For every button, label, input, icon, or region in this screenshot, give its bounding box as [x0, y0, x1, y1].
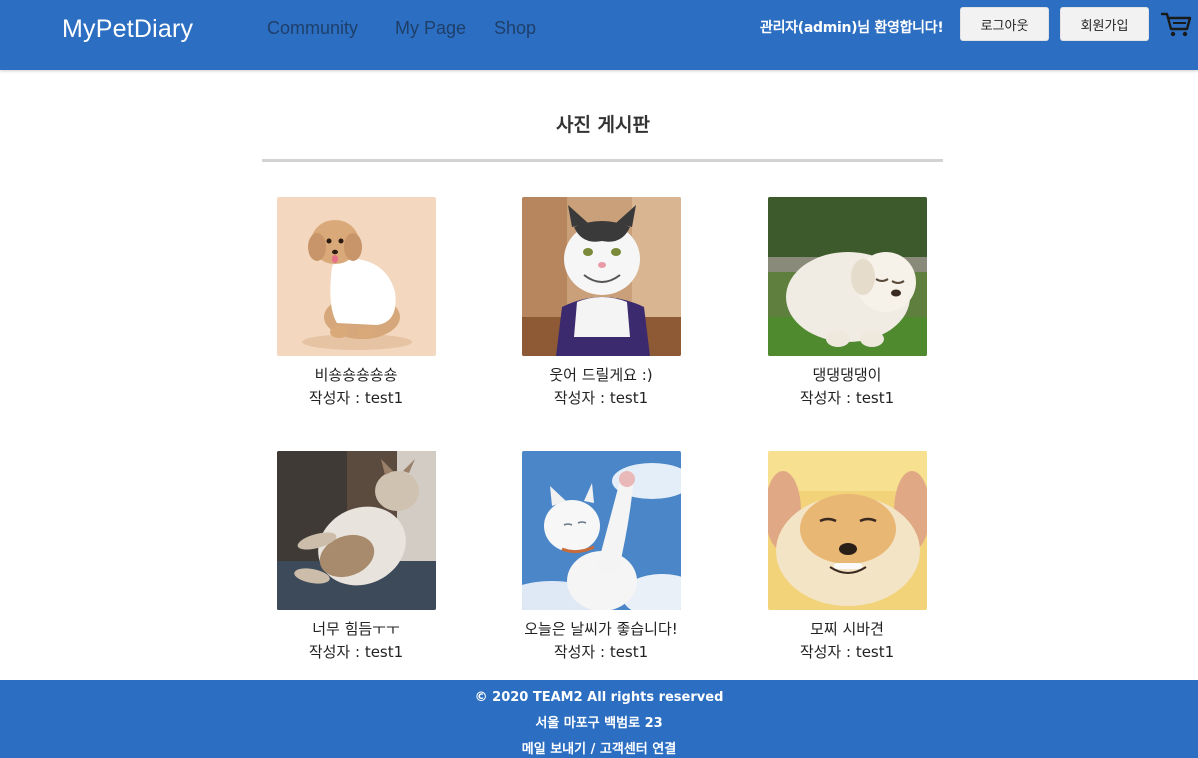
- footer: © 2020 TEAM2 All rights reserved 서울 마포구 …: [0, 680, 1198, 758]
- post-title[interactable]: 오늘은 날씨가 좋습니다!: [511, 618, 691, 640]
- footer-link-separator: /: [586, 742, 600, 757]
- post-author: 작성자 : test1: [799, 643, 895, 661]
- post-thumbnail[interactable]: [767, 197, 927, 356]
- post-thumbnail[interactable]: [276, 197, 436, 356]
- footer-copyright: © 2020 TEAM2 All rights reserved: [474, 690, 724, 705]
- post-card: 오늘은 날씨가 좋습니다! 작성자 : test1: [511, 451, 691, 664]
- nav-community-link[interactable]: Community: [267, 18, 358, 39]
- cart-icon[interactable]: [1160, 9, 1194, 39]
- post-author: 작성자 : test1: [799, 389, 895, 407]
- post-title[interactable]: 너무 힘듬ㅜㅜ: [266, 618, 446, 640]
- support-link[interactable]: 고객센터 연결: [600, 742, 676, 757]
- post-card: 너무 힘듬ㅜㅜ 작성자 : test1: [266, 451, 446, 664]
- post-author: 작성자 : test1: [308, 643, 404, 661]
- nav-shop-link[interactable]: Shop: [494, 18, 536, 39]
- welcome-message: 관리자(admin)님 환영합니다!: [760, 20, 944, 36]
- post-author: 작성자 : test1: [553, 389, 649, 407]
- post-title[interactable]: 웃어 드릴게요 :): [511, 364, 691, 386]
- brand-logo-link[interactable]: MyPetDiary: [62, 15, 193, 44]
- post-thumbnail[interactable]: [521, 451, 681, 610]
- footer-links: 메일 보내기 / 고객센터 연결: [0, 738, 1198, 757]
- mail-link[interactable]: 메일 보내기: [522, 742, 586, 757]
- top-navbar: MyPetDiary Community My Page Shop 관리자(ad…: [0, 0, 1198, 70]
- post-card: 모찌 시바견 작성자 : test1: [757, 451, 937, 664]
- post-card: 웃어 드릴게요 :) 작성자 : test1: [511, 197, 691, 410]
- post-card: 댕댕댕댕이 작성자 : test1: [757, 197, 937, 410]
- signup-button[interactable]: 회원가입: [1060, 7, 1149, 41]
- post-card: 비숑숑숑숑숑 작성자 : test1: [266, 197, 446, 410]
- post-title[interactable]: 댕댕댕댕이: [757, 364, 937, 386]
- page-title: 사진 게시판: [555, 114, 650, 136]
- footer-address: 서울 마포구 백범로 23: [535, 716, 663, 731]
- title-divider: [262, 159, 943, 162]
- post-author: 작성자 : test1: [553, 643, 649, 661]
- post-thumbnail[interactable]: [521, 197, 681, 356]
- post-author: 작성자 : test1: [308, 389, 404, 407]
- post-title[interactable]: 비숑숑숑숑숑: [266, 364, 446, 386]
- post-title[interactable]: 모찌 시바견: [757, 618, 937, 640]
- post-thumbnail[interactable]: [767, 451, 927, 610]
- post-thumbnail[interactable]: [276, 451, 436, 610]
- nav-mypage-link[interactable]: My Page: [395, 18, 466, 39]
- logout-button[interactable]: 로그아웃: [960, 7, 1049, 41]
